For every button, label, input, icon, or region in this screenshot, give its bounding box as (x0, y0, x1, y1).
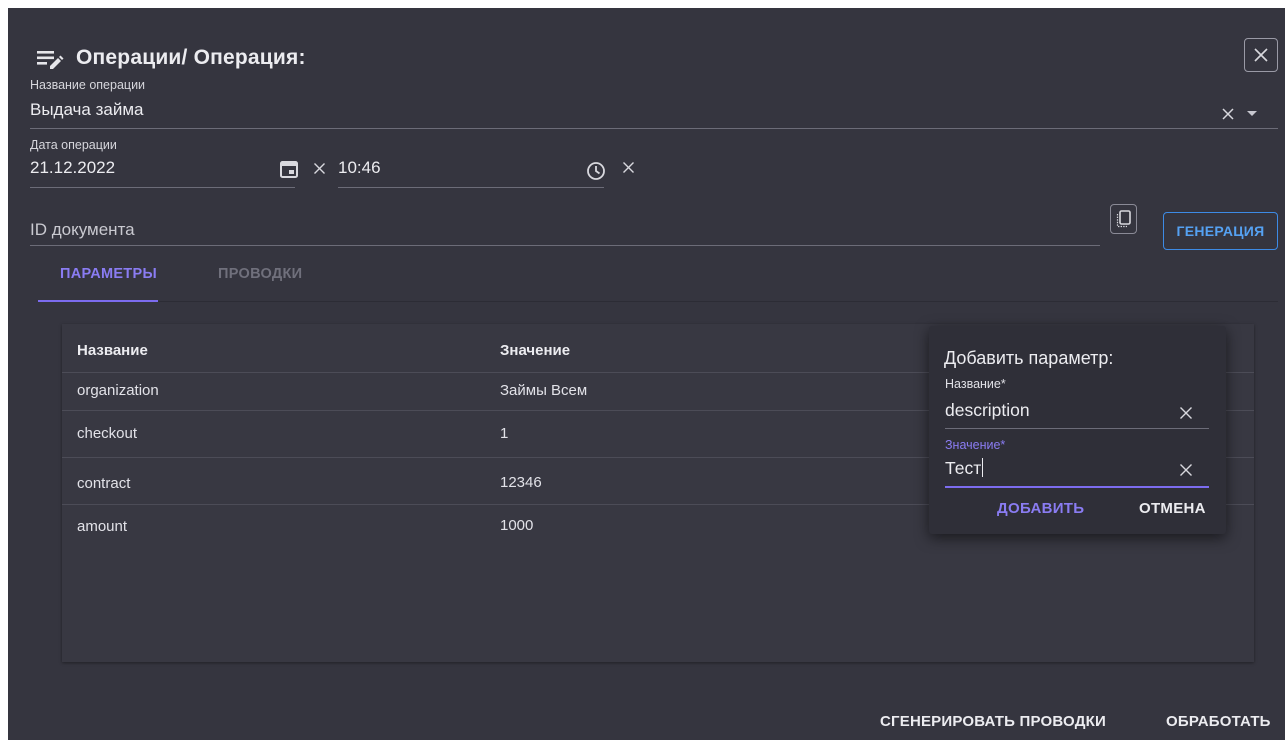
operation-name-select[interactable]: Выдача займа (30, 100, 143, 120)
add-parameter-popup: Добавить параметр: Название* description… (929, 326, 1226, 534)
active-tab-indicator (38, 300, 158, 302)
device-icon (1116, 210, 1131, 228)
table-row-name: organization (77, 382, 159, 399)
copy-id-button[interactable] (1110, 204, 1137, 234)
date-underline (30, 187, 295, 188)
document-id-underline (30, 245, 1100, 246)
tab-postings[interactable]: ПРОВОДКИ (218, 266, 302, 282)
param-name-label: Название* (945, 377, 1006, 391)
document-id-input[interactable]: ID документа (30, 220, 135, 240)
dialog-header: Операции/ Операция: (36, 38, 306, 78)
process-button[interactable]: ОБРАБОТАТЬ (1166, 713, 1271, 730)
close-dialog-button[interactable] (1244, 38, 1278, 72)
clear-operation-name-icon[interactable] (1220, 106, 1236, 122)
time-input[interactable]: 10:46 (338, 158, 381, 178)
clock-icon[interactable] (585, 160, 607, 182)
operation-name-label: Название операции (30, 78, 146, 92)
param-value-input[interactable]: Тест (945, 458, 984, 479)
close-icon (1254, 48, 1268, 62)
table-row-value: Займы Всем (500, 382, 588, 399)
page-title: Операции/ Операция: (76, 46, 306, 69)
clear-param-value-icon[interactable] (1177, 461, 1195, 479)
calendar-icon[interactable] (278, 158, 300, 180)
column-header-value: Значение (500, 342, 571, 359)
tab-parameters[interactable]: ПАРАМЕТРЫ (60, 266, 157, 282)
edit-list-icon (36, 46, 64, 70)
operation-date-label: Дата операции (30, 138, 117, 152)
table-row-value: 1 (500, 425, 509, 442)
param-value-underline (945, 486, 1209, 488)
cancel-button[interactable]: ОТМЕНА (1139, 500, 1206, 517)
time-underline (338, 187, 604, 188)
clear-date-icon[interactable] (311, 160, 327, 176)
operation-dialog: Операции/ Операция: Название операции Вы… (8, 8, 1285, 740)
param-value-label: Значение* (945, 438, 1006, 452)
generate-postings-button[interactable]: СГЕНЕРИРОВАТЬ ПРОВОДКИ (880, 713, 1106, 730)
operation-name-underline (30, 128, 1278, 129)
add-parameter-button[interactable]: ДОБАВИТЬ (997, 500, 1084, 517)
popup-title: Добавить параметр: (944, 348, 1114, 368)
clear-param-name-icon[interactable] (1177, 404, 1195, 422)
clear-time-icon[interactable] (620, 159, 636, 175)
table-row-name: checkout (77, 425, 138, 442)
column-header-name: Название (77, 342, 148, 359)
date-input[interactable]: 21.12.2022 (30, 158, 115, 178)
table-row-value: 1000 (500, 517, 534, 534)
table-row-name: amount (77, 518, 128, 535)
param-name-input[interactable]: description (945, 400, 1030, 421)
table-row-value: 12346 (500, 474, 542, 491)
param-name-underline (945, 428, 1209, 429)
generate-id-button[interactable]: ГЕНЕРАЦИЯ (1163, 212, 1278, 250)
tabs-bar: ПАРАМЕТРЫ ПРОВОДКИ (38, 260, 1278, 302)
chevron-down-icon[interactable] (1244, 106, 1260, 122)
table-row-name: contract (77, 475, 131, 492)
